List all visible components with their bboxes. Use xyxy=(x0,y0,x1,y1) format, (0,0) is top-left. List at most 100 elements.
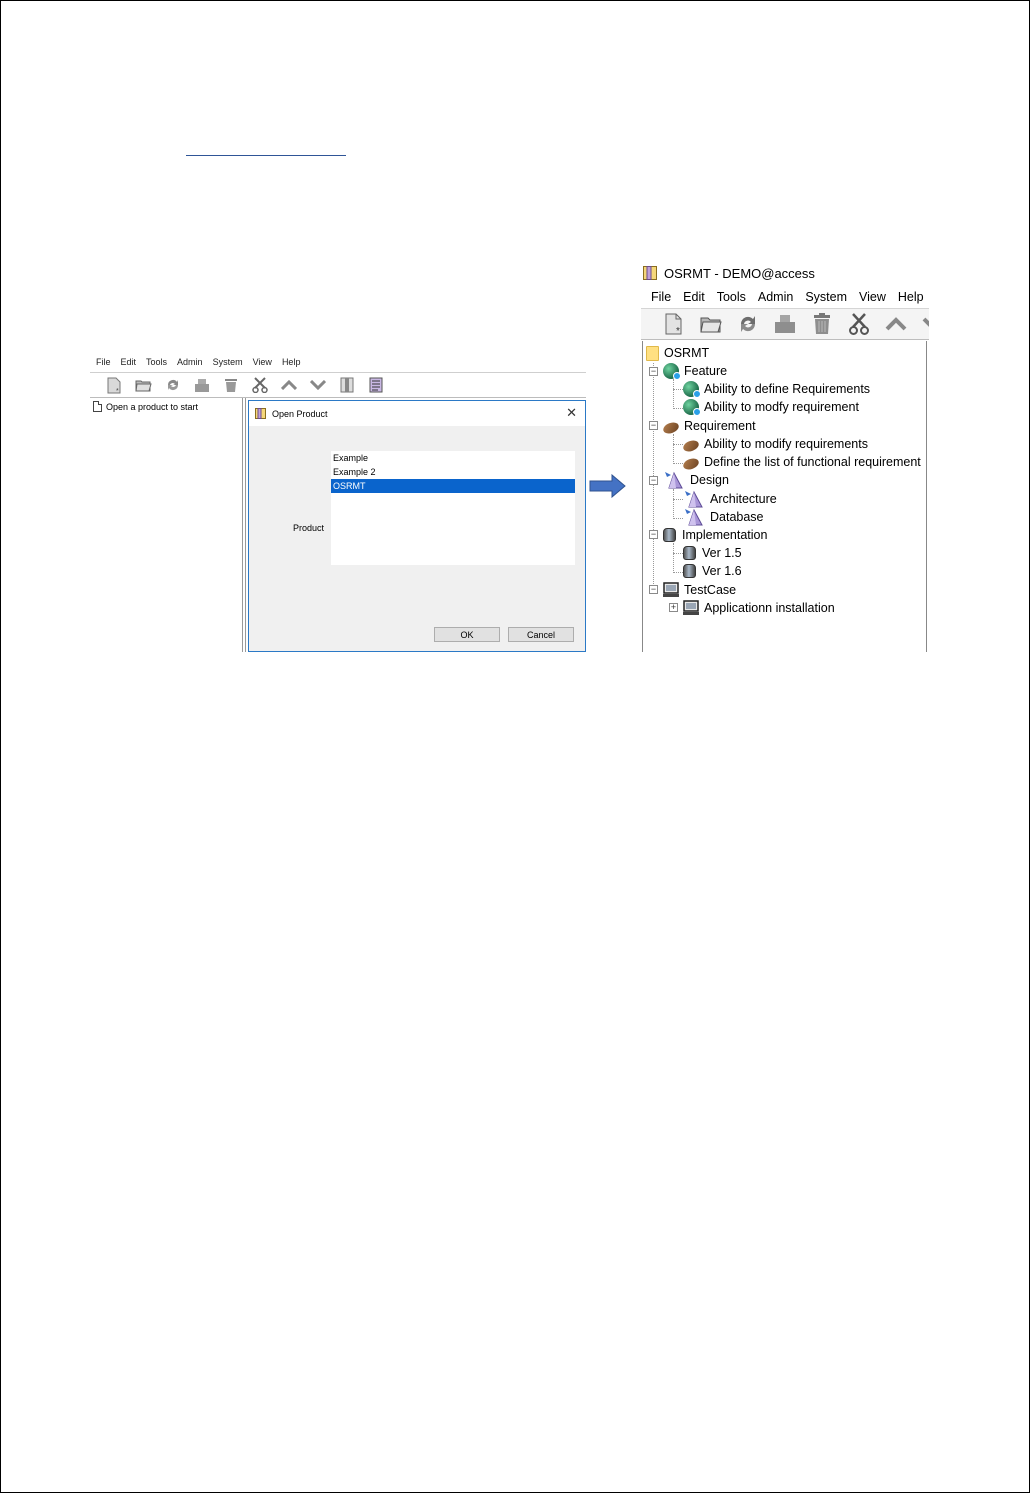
tree-node-feature[interactable]: Feature xyxy=(663,362,727,380)
new-icon[interactable]: * xyxy=(106,377,123,394)
left-toolbar: * xyxy=(90,372,586,398)
collapse-toggle-requirement[interactable]: − xyxy=(649,421,658,430)
left-menubar: File Edit Tools Admin System View Help xyxy=(90,352,586,372)
cancel-button[interactable]: Cancel xyxy=(508,627,574,642)
design-cone-icon xyxy=(683,508,705,526)
collapse-toggle-design[interactable]: − xyxy=(649,476,658,485)
expand-toggle-installation[interactable]: + xyxy=(669,603,678,612)
tree-placeholder[interactable]: Open a product to start xyxy=(93,401,198,412)
tree-node-label: Ver 1.5 xyxy=(702,546,742,560)
window-title: OSRMT - DEMO@access xyxy=(664,265,815,281)
tree-leaf[interactable]: Ability to modify requirements xyxy=(681,435,868,453)
feature-globe-icon xyxy=(683,381,701,398)
delete-icon[interactable] xyxy=(222,377,239,394)
menu-tools[interactable]: Tools xyxy=(717,290,746,304)
ok-button[interactable]: OK xyxy=(434,627,500,642)
right-arrow-icon xyxy=(589,474,626,498)
dialog-title: Open Product xyxy=(272,408,328,419)
app-icon xyxy=(643,266,657,280)
collapse-toggle-implementation[interactable]: − xyxy=(649,530,658,539)
move-down-icon[interactable] xyxy=(922,313,929,335)
print-icon[interactable] xyxy=(193,377,210,394)
svg-text:*: * xyxy=(116,388,119,394)
menu-system[interactable]: System xyxy=(805,290,847,304)
tree-connector xyxy=(673,499,683,500)
tree-leaf[interactable]: Architecture xyxy=(683,490,777,508)
tree-connector xyxy=(673,389,683,390)
cut-icon[interactable] xyxy=(251,377,268,394)
tree-node-label: Ver 1.6 xyxy=(702,564,742,578)
menu-file[interactable]: File xyxy=(96,357,111,367)
tree-root-osrmt[interactable]: OSRMT xyxy=(646,344,709,362)
tree-leaf[interactable]: Define the list of functional requiremen… xyxy=(681,453,921,471)
collapse-toggle-testcase[interactable]: − xyxy=(649,585,658,594)
menu-edit[interactable]: Edit xyxy=(121,357,137,367)
menu-help[interactable]: Help xyxy=(282,357,301,367)
collapse-toggle-feature[interactable]: − xyxy=(649,367,658,376)
window-titlebar[interactable]: OSRMT - DEMO@access xyxy=(643,263,815,283)
refresh-icon[interactable] xyxy=(164,377,181,394)
dialog-titlebar[interactable]: Open Product ✕ xyxy=(249,401,585,426)
product-label: Product xyxy=(293,523,325,533)
feature-globe-icon xyxy=(683,399,701,416)
tree-node-label: TestCase xyxy=(684,583,737,597)
tree-node-label: Design xyxy=(690,473,729,487)
open-icon[interactable] xyxy=(135,377,152,394)
tree-leaf[interactable]: Database xyxy=(683,508,764,526)
cut-icon[interactable] xyxy=(848,313,870,335)
right-menubar: File Edit Tools Admin System View Help xyxy=(641,286,929,308)
tree-node-requirement[interactable]: Requirement xyxy=(661,417,756,435)
right-screenshot: OSRMT - DEMO@access File Edit Tools Admi… xyxy=(641,260,929,652)
menu-view[interactable]: View xyxy=(859,290,886,304)
columns-icon[interactable] xyxy=(338,377,355,394)
folder-icon xyxy=(646,345,659,361)
product-option-example-2[interactable]: Example 2 xyxy=(331,465,575,479)
tree-node-label: Ability to modify requirements xyxy=(704,437,868,451)
menu-file[interactable]: File xyxy=(651,290,671,304)
refresh-icon[interactable] xyxy=(737,313,759,335)
close-icon[interactable]: ✕ xyxy=(566,405,577,421)
testcase-computer-icon xyxy=(663,582,679,598)
tree-node-design[interactable]: Design xyxy=(663,471,729,489)
document-icon xyxy=(93,401,102,412)
tree-connector xyxy=(673,543,674,573)
tree-node-label: Architecture xyxy=(710,492,777,506)
product-option-example[interactable]: Example xyxy=(331,451,575,465)
tree-leaf[interactable]: Ability to modfy requirement xyxy=(683,398,859,416)
product-list[interactable]: Example Example 2 OSRMT xyxy=(331,451,575,565)
tree-node-installation[interactable]: Applicationn installation xyxy=(683,599,835,617)
tree-leaf[interactable]: Ver 1.6 xyxy=(683,562,742,580)
menu-edit[interactable]: Edit xyxy=(683,290,705,304)
open-icon[interactable] xyxy=(700,313,722,335)
tree-node-testcase[interactable]: TestCase xyxy=(663,581,736,599)
implementation-can-icon xyxy=(663,528,676,542)
tree-connector xyxy=(673,463,683,464)
left-tree-panel: Open a product to start xyxy=(90,398,242,652)
menu-admin[interactable]: Admin xyxy=(177,357,203,367)
implementation-can-icon xyxy=(683,546,696,560)
split-pane-divider[interactable] xyxy=(242,398,246,652)
menu-view[interactable]: View xyxy=(253,357,272,367)
report-icon[interactable] xyxy=(367,377,384,394)
tree-node-label: Feature xyxy=(684,364,728,378)
menu-admin[interactable]: Admin xyxy=(758,290,793,304)
menu-tools[interactable]: Tools xyxy=(146,357,167,367)
implementation-can-icon xyxy=(683,564,696,578)
tree-node-implementation[interactable]: Implementation xyxy=(663,526,767,544)
menu-system[interactable]: System xyxy=(213,357,243,367)
delete-icon[interactable] xyxy=(811,313,833,335)
tree-connector xyxy=(673,444,683,445)
product-option-osrmt[interactable]: OSRMT xyxy=(331,479,575,493)
move-up-icon[interactable] xyxy=(280,377,297,394)
tree-leaf[interactable]: Ver 1.5 xyxy=(683,544,742,562)
move-up-icon[interactable] xyxy=(885,313,907,335)
tree-node-label: Implementation xyxy=(682,528,768,542)
new-icon[interactable]: * xyxy=(663,313,685,335)
move-down-icon[interactable] xyxy=(309,377,326,394)
tree-leaf[interactable]: Ability to define Requirements xyxy=(683,380,870,398)
print-icon[interactable] xyxy=(774,313,796,335)
svg-text:*: * xyxy=(676,326,680,335)
menu-help[interactable]: Help xyxy=(898,290,924,304)
feature-globe-icon xyxy=(663,363,681,380)
requirement-bean-icon xyxy=(661,420,681,435)
